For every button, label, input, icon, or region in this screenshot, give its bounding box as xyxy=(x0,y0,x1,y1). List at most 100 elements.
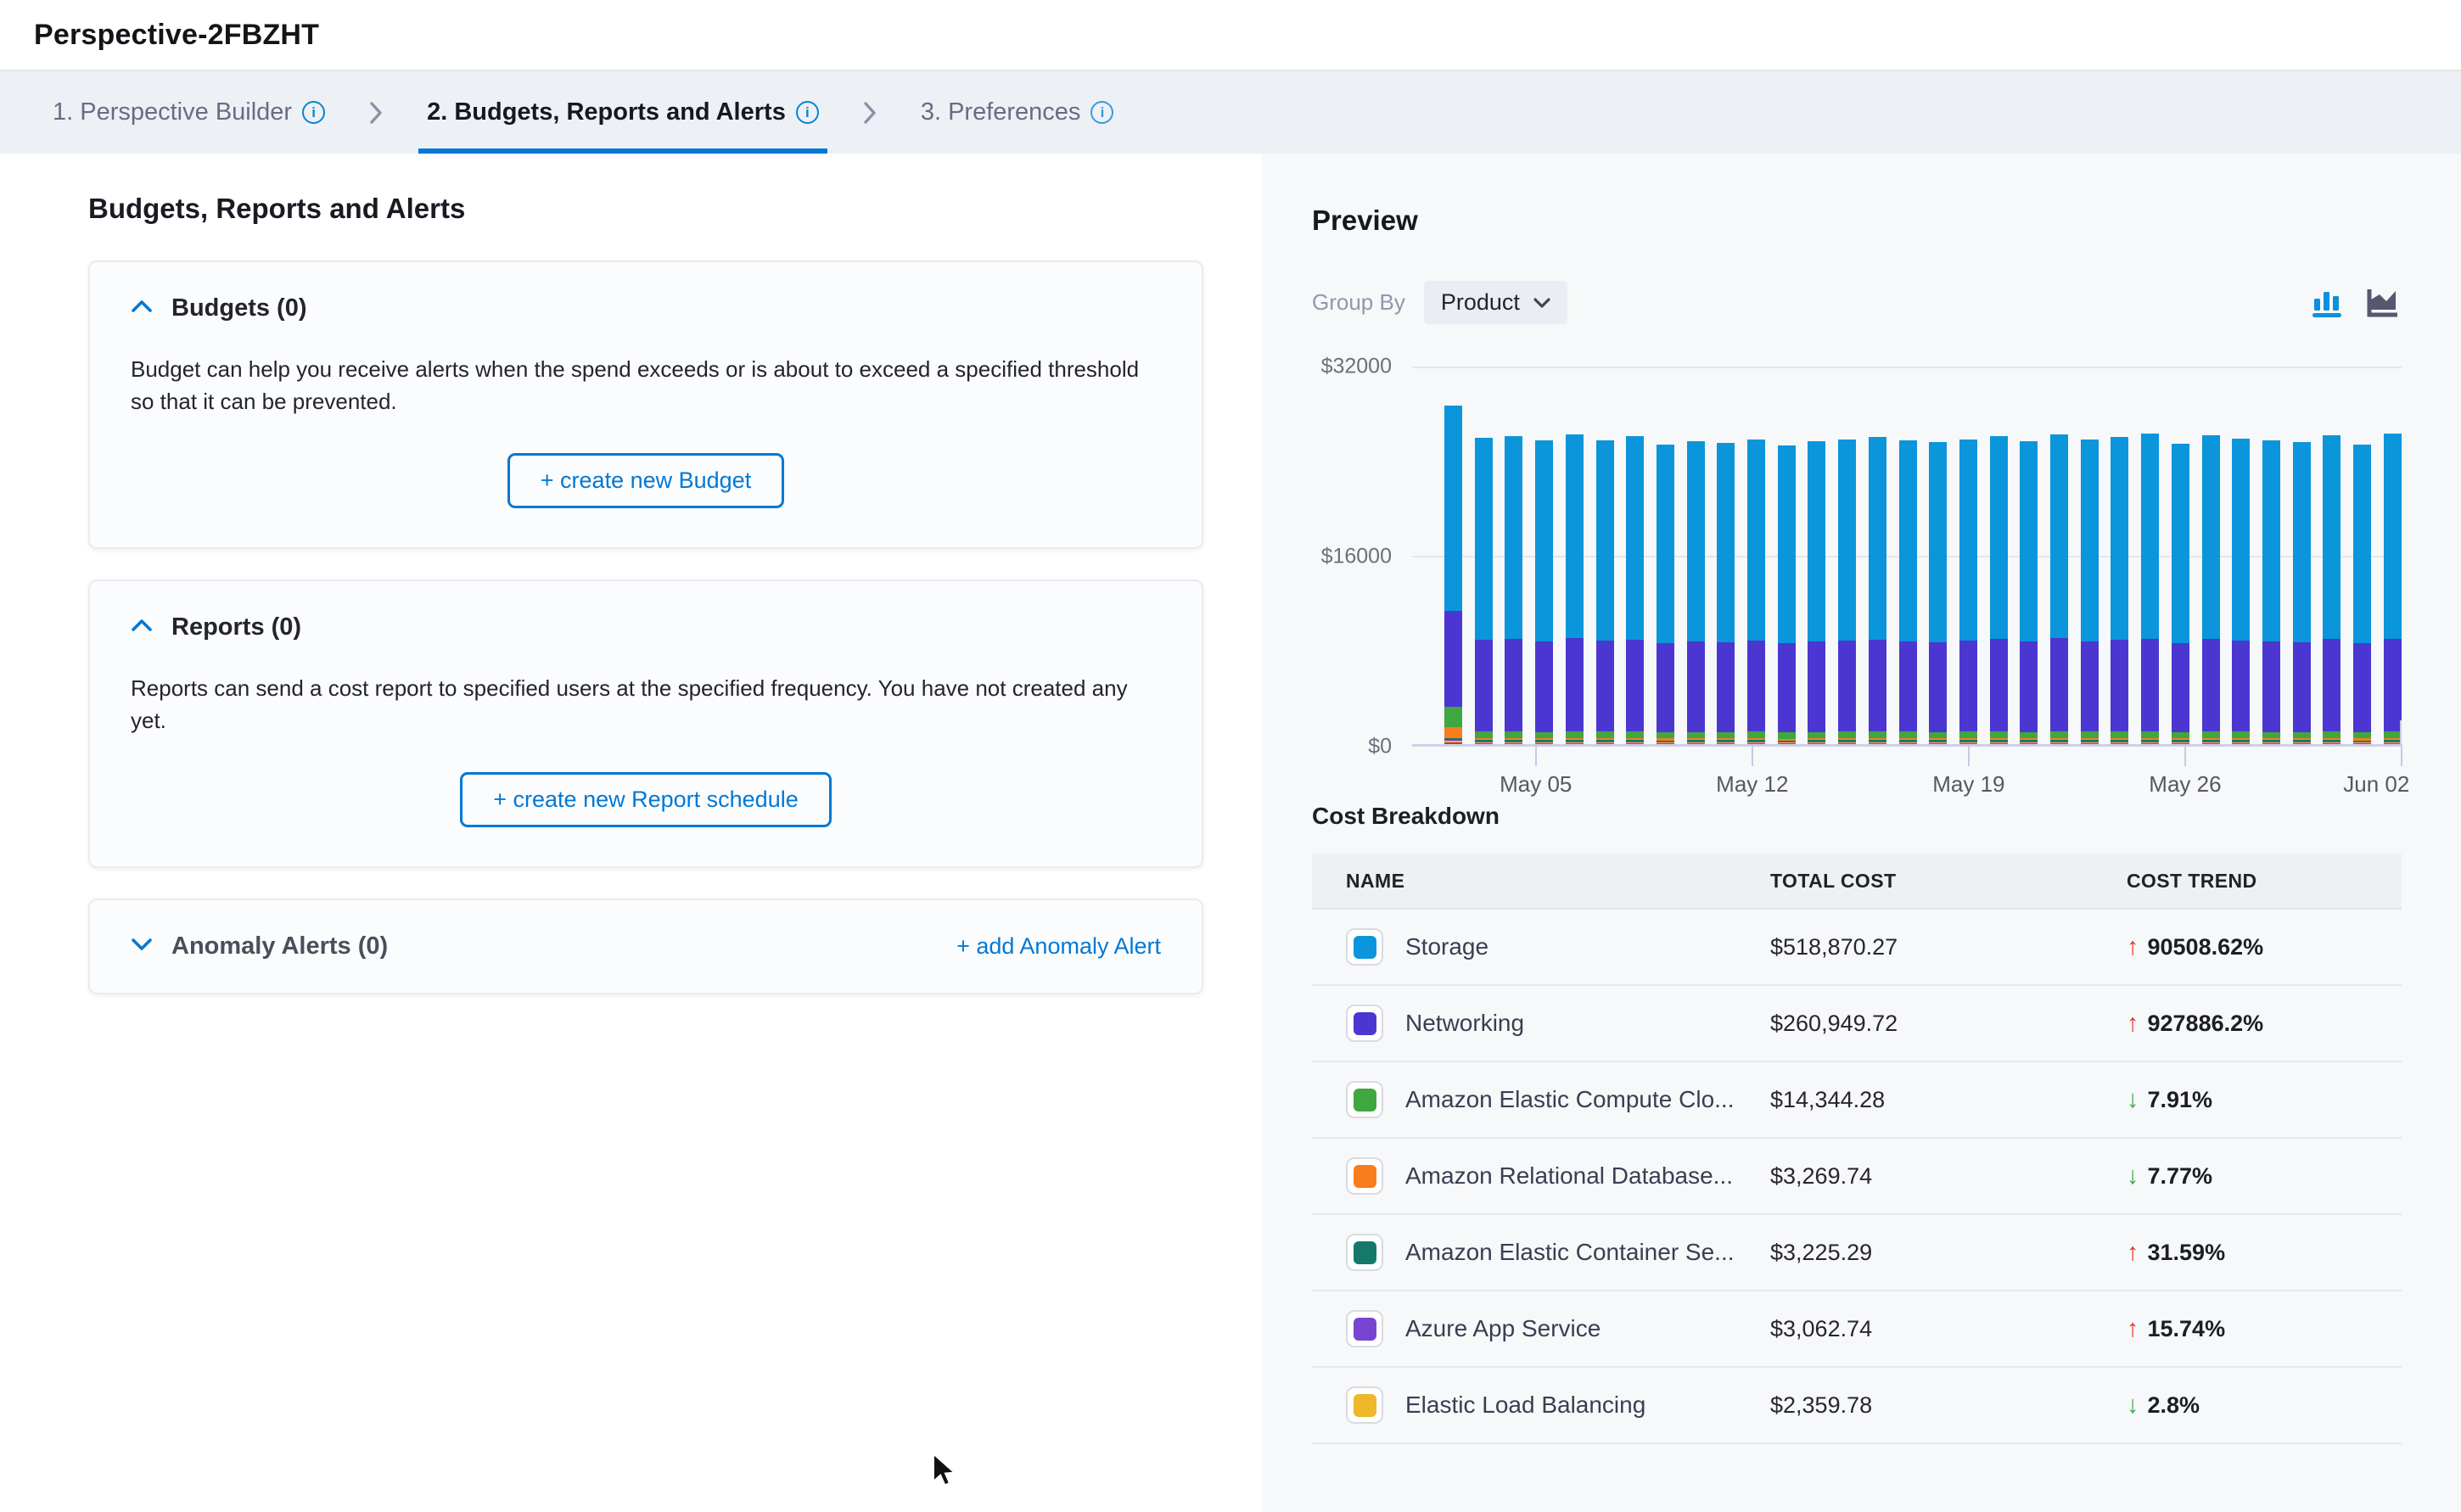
bar-segment xyxy=(2232,731,2250,738)
stacked-bar-may-29[interactable] xyxy=(2293,442,2311,745)
row-trend-value: 90508.62% xyxy=(2148,934,2264,960)
series-color-swatch xyxy=(1346,1081,1383,1118)
info-icon[interactable]: i xyxy=(1090,101,1113,124)
bar-segment xyxy=(1899,743,1917,744)
table-row[interactable]: Amazon Elastic Compute Clo...$14,344.28↓… xyxy=(1312,1062,2402,1139)
chevron-up-icon[interactable] xyxy=(131,619,153,636)
bar-segment xyxy=(2353,643,2371,732)
table-row[interactable]: Amazon Relational Database...$3,269.74↓7… xyxy=(1312,1139,2402,1215)
stacked-bar-may-03[interactable] xyxy=(1505,436,1522,744)
bar-segment xyxy=(2141,743,2159,744)
table-row[interactable]: Storage$518,870.27↑90508.62% xyxy=(1312,910,2402,986)
bar-segment xyxy=(1808,641,1825,731)
stacked-bar-jun-01[interactable] xyxy=(2384,434,2402,744)
stacked-bar-may-22[interactable] xyxy=(2081,440,2099,744)
table-row[interactable]: Networking$260,949.72↑927886.2% xyxy=(1312,986,2402,1062)
bar-segment xyxy=(1869,640,1886,731)
reports-card-title[interactable]: Reports (0) xyxy=(171,613,301,641)
stacked-bar-may-16[interactable] xyxy=(1899,440,1917,744)
table-row[interactable]: Elastic Load Balancing$2,359.78↓2.8% xyxy=(1312,1368,2402,1444)
info-icon[interactable]: i xyxy=(302,101,325,124)
stacked-bar-may-15[interactable] xyxy=(1869,437,1886,744)
bar-segment xyxy=(2141,639,2159,731)
stacked-bar-may-12[interactable] xyxy=(1778,445,1796,744)
tab-perspective-builder[interactable]: 1. Perspective Builder i xyxy=(39,71,339,154)
stacked-bar-may-13[interactable] xyxy=(1808,441,1825,744)
bar-segment xyxy=(2202,435,2220,639)
stacked-bar-may-19[interactable] xyxy=(1990,436,2008,744)
stacked-bar-may-26[interactable] xyxy=(2202,435,2220,744)
bar-segment xyxy=(2384,731,2402,738)
stacked-bar-may-21[interactable] xyxy=(2050,434,2068,744)
tab-budgets-reports-alerts[interactable]: 2. Budgets, Reports and Alerts i xyxy=(413,71,832,154)
stacked-bar-may-10[interactable] xyxy=(1717,443,1735,744)
stacked-bar-may-17[interactable] xyxy=(1929,442,1947,744)
bar-segment xyxy=(2141,434,2159,639)
bar-segment xyxy=(1687,641,1705,731)
step-tabbar: 1. Perspective Builder i 2. Budgets, Rep… xyxy=(0,71,2461,154)
stacked-bar-may-14[interactable] xyxy=(1838,440,1856,744)
stacked-bar-may-23[interactable] xyxy=(2111,437,2128,744)
window-header: Perspective-2FBZHT xyxy=(0,0,2461,71)
series-color-swatch xyxy=(1346,1310,1383,1347)
stacked-bar-may-18[interactable] xyxy=(1959,440,1977,744)
row-total-cost: $3,062.74 xyxy=(1770,1316,2127,1342)
budgets-card-title[interactable]: Budgets (0) xyxy=(171,294,307,322)
bar-segment xyxy=(2384,743,2402,744)
stacked-bar-may-07[interactable] xyxy=(1626,436,1644,744)
stacked-bar-may-04[interactable] xyxy=(1535,440,1553,744)
table-row[interactable]: Amazon Elastic Container Se...$3,225.29↑… xyxy=(1312,1215,2402,1291)
series-color-swatch xyxy=(1346,1157,1383,1195)
stacked-bar-may-25[interactable] xyxy=(2172,444,2189,744)
bar-segment xyxy=(1444,406,1462,611)
stacked-bar-may-05[interactable] xyxy=(1566,434,1584,744)
bar-segment xyxy=(1990,436,2008,639)
stacked-bar-may-06[interactable] xyxy=(1596,440,1614,744)
bar-segment xyxy=(2081,440,2099,641)
x-tick-label: May 05 xyxy=(1500,771,1572,798)
budgets-card: Budgets (0) Budget can help you receive … xyxy=(88,260,1203,549)
bar-segment xyxy=(2293,642,2311,732)
stacked-bar-may-11[interactable] xyxy=(1747,440,1765,744)
create-new-budget-button[interactable]: + create new Budget xyxy=(507,453,784,508)
x-tick-label: May 19 xyxy=(1932,771,2004,798)
stacked-bar-may-02[interactable] xyxy=(1475,438,1493,744)
bar-segment xyxy=(2262,440,2280,641)
area-chart-view-icon[interactable] xyxy=(2364,284,2402,322)
column-header-name: NAME xyxy=(1346,870,1770,893)
stacked-bar-may-09[interactable] xyxy=(1687,441,1705,744)
bar-segment xyxy=(1717,642,1735,732)
row-trend-value: 15.74% xyxy=(2148,1316,2226,1342)
group-by-dropdown[interactable]: Product xyxy=(1424,281,1567,324)
info-icon[interactable]: i xyxy=(796,101,819,124)
stacked-bar-may-20[interactable] xyxy=(2020,441,2038,744)
row-name: Azure App Service xyxy=(1405,1315,1600,1342)
bar-segment xyxy=(2323,743,2340,744)
create-new-report-schedule-button[interactable]: + create new Report schedule xyxy=(460,772,831,827)
bar-segment xyxy=(1990,639,2008,731)
bar-segment xyxy=(1566,731,1584,738)
chevron-down-icon[interactable] xyxy=(131,938,153,955)
stacked-bar-may-24[interactable] xyxy=(2141,434,2159,744)
stacked-bar-may-01[interactable] xyxy=(1444,406,1462,744)
row-name: Elastic Load Balancing xyxy=(1405,1392,1645,1419)
stacked-bar-may-31[interactable] xyxy=(2353,445,2371,744)
chevron-right-icon xyxy=(863,71,877,154)
cost-breakdown-title: Cost Breakdown xyxy=(1312,803,2402,830)
chevron-up-icon[interactable] xyxy=(131,300,153,317)
stacked-bar-may-27[interactable] xyxy=(2232,439,2250,744)
table-row[interactable]: Azure App Service$3,062.74↑15.74% xyxy=(1312,1291,2402,1368)
stacked-bar-may-08[interactable] xyxy=(1657,445,1674,744)
bar-segment xyxy=(1808,743,1825,744)
anomaly-alerts-card-title[interactable]: Anomaly Alerts (0) xyxy=(171,932,388,960)
tab-preferences[interactable]: 3. Preferences i xyxy=(907,71,1128,154)
add-anomaly-alert-link[interactable]: + add Anomaly Alert xyxy=(956,933,1161,960)
stacked-bar-may-30[interactable] xyxy=(2323,435,2340,744)
stacked-bar-may-28[interactable] xyxy=(2262,440,2280,744)
bar-segment xyxy=(1990,731,2008,738)
bar-segment xyxy=(1626,743,1644,744)
bar-segment xyxy=(1687,441,1705,641)
bar-chart-view-icon[interactable] xyxy=(2308,284,2346,322)
bar-segment xyxy=(2232,641,2250,731)
bar-segment xyxy=(2323,731,2340,738)
